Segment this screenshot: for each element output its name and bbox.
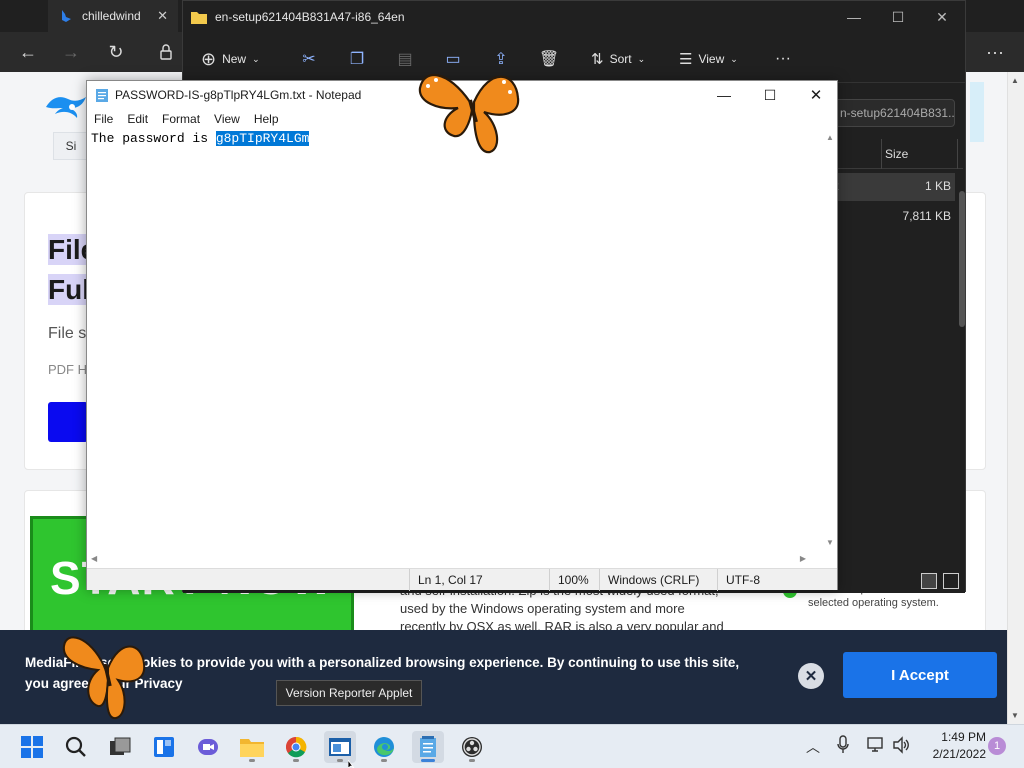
- notepad-horizontal-scrollbar[interactable]: ◀ ▶: [87, 551, 824, 568]
- ad-badge: [970, 82, 984, 142]
- forward-icon[interactable]: →: [57, 38, 85, 66]
- obs-icon[interactable]: [456, 731, 488, 763]
- network-icon[interactable]: [866, 736, 884, 754]
- notepad-text-area[interactable]: The password is g8pTIpRY4LGm: [87, 129, 824, 551]
- widgets-icon[interactable]: [148, 731, 180, 763]
- mediafire-logo-icon: [44, 94, 90, 120]
- scroll-right-icon[interactable]: ▶: [800, 554, 806, 563]
- details-view-icon[interactable]: [921, 573, 937, 589]
- menu-format[interactable]: Format: [155, 109, 207, 129]
- copy-icon[interactable]: ❐: [343, 45, 371, 73]
- butterfly-image: [62, 626, 152, 722]
- notepad-vertical-scrollbar[interactable]: ▲ ▼: [824, 129, 837, 551]
- notepad-maximize-icon[interactable]: ☐: [747, 81, 793, 109]
- plus-icon: ⊕: [201, 48, 217, 69]
- notepad-taskbar-icon[interactable]: [412, 731, 444, 763]
- zoom-level: 100%: [549, 569, 599, 591]
- explorer-scrollbar[interactable]: [959, 191, 965, 327]
- refresh-icon[interactable]: ↻: [102, 38, 130, 66]
- cut-icon[interactable]: ✂: [295, 45, 323, 73]
- notification-badge[interactable]: 1: [988, 737, 1006, 755]
- encoding: UTF-8: [717, 569, 837, 591]
- sort-icon: ⇅: [591, 51, 604, 68]
- version-reporter-icon[interactable]: [324, 731, 356, 763]
- page-scrollbar[interactable]: ▲ ▼: [1007, 72, 1024, 724]
- search-icon[interactable]: [60, 731, 92, 763]
- menu-edit[interactable]: Edit: [120, 109, 155, 129]
- edge-icon[interactable]: [368, 731, 400, 763]
- paste-icon[interactable]: ▤: [391, 45, 419, 73]
- download-button[interactable]: [48, 402, 88, 442]
- size-column-header[interactable]: Size: [885, 147, 908, 161]
- microphone-icon[interactable]: [836, 735, 850, 755]
- scroll-down-icon[interactable]: ▼: [1011, 711, 1019, 720]
- lock-icon[interactable]: [152, 38, 180, 66]
- more-options-button[interactable]: ···: [775, 45, 791, 73]
- notepad-minimize-icon[interactable]: —: [701, 81, 747, 109]
- scroll-up-icon[interactable]: ▲: [826, 133, 834, 142]
- task-view-icon[interactable]: [104, 731, 136, 763]
- cookie-close-button[interactable]: ✕: [798, 663, 824, 689]
- start-icon[interactable]: [16, 731, 48, 763]
- scroll-down-icon[interactable]: ▼: [826, 538, 834, 547]
- chrome-icon[interactable]: [280, 731, 312, 763]
- explorer-command-bar: ⊕ New ⌄ ✂ ❐ ▤ ▭ ⇪ 🗑 ⇅ Sort ⌄ ☰ View ⌄ ··…: [183, 33, 965, 83]
- taskbar: ︿ 1:49 PM 2/21/2022 1: [0, 724, 1024, 768]
- file-title-line2: Ful: [48, 274, 90, 305]
- folder-icon: [191, 10, 207, 24]
- notepad-title: PASSWORD-IS-g8pTlpRY4LGm.txt - Notepad: [115, 88, 362, 102]
- chevron-down-icon: ⌄: [637, 53, 646, 64]
- file-subtitle: File s: [48, 325, 87, 342]
- chevron-down-icon: ⌄: [252, 53, 260, 64]
- teams-chat-icon[interactable]: [192, 731, 224, 763]
- line-endings: Windows (CRLF): [599, 569, 717, 591]
- menu-help[interactable]: Help: [247, 109, 286, 129]
- selected-password-text: g8pTIpRY4LGm: [215, 131, 310, 146]
- cursor-position: Ln 1, Col 17: [409, 569, 549, 591]
- tab-label: chilledwind: [82, 9, 141, 23]
- system-clock[interactable]: 1:49 PM 2/21/2022: [918, 729, 986, 763]
- explorer-minimize-icon[interactable]: —: [831, 1, 877, 33]
- new-button[interactable]: ⊕ New ⌄: [201, 45, 260, 73]
- clock-time: 1:49 PM: [941, 730, 986, 744]
- scroll-left-icon[interactable]: ◀: [91, 554, 97, 563]
- file-row[interactable]: 7,811 KB: [833, 203, 955, 231]
- notepad-status-bar: Ln 1, Col 17 100% Windows (CRLF) UTF-8: [87, 568, 837, 591]
- explorer-column-header: Size: [833, 139, 963, 169]
- notepad-icon: [95, 87, 109, 103]
- sort-button[interactable]: ⇅ Sort ⌄: [591, 45, 645, 73]
- chevron-down-icon: ⌄: [730, 53, 738, 64]
- browser-tab-chilledwind[interactable]: chilledwind ✕: [48, 0, 178, 32]
- browser-menu-icon[interactable]: ···: [981, 38, 1009, 66]
- scroll-up-icon[interactable]: ▲: [1011, 76, 1019, 85]
- chevron-up-icon[interactable]: ︿: [806, 737, 820, 757]
- explorer-title: en-setup621404B831A47-i86_64en: [215, 10, 405, 24]
- explorer-close-icon[interactable]: ✕: [919, 1, 965, 33]
- bing-icon: [58, 8, 74, 24]
- menu-file[interactable]: File: [87, 109, 120, 129]
- taskbar-tooltip: Version Reporter Applet: [276, 680, 422, 706]
- file-meta: PDF H: [48, 362, 87, 377]
- delete-icon[interactable]: 🗑: [535, 45, 563, 73]
- tab-actions-icon[interactable]: [6, 0, 26, 32]
- clock-date: 2/21/2022: [932, 747, 986, 761]
- file-explorer-icon[interactable]: [236, 731, 268, 763]
- explorer-maximize-icon[interactable]: ☐: [875, 1, 921, 33]
- view-button[interactable]: ☰ View ⌄: [679, 45, 738, 73]
- tiles-view-icon[interactable]: [943, 573, 959, 589]
- back-icon[interactable]: ←: [14, 38, 42, 66]
- text-prefix: The password is: [91, 131, 216, 146]
- explorer-search-input[interactable]: n-setup621404B831...: [833, 99, 955, 127]
- notepad-close-icon[interactable]: ✕: [793, 81, 839, 109]
- file-row[interactable]: t 1 KB: [833, 173, 955, 201]
- volume-icon[interactable]: [892, 736, 910, 754]
- close-tab-icon[interactable]: ✕: [157, 8, 168, 24]
- accept-cookies-button[interactable]: I Accept: [843, 652, 997, 698]
- mouse-cursor-icon: [348, 760, 356, 768]
- menu-view[interactable]: View: [207, 109, 247, 129]
- butterfly-image: [418, 62, 526, 156]
- view-icon: ☰: [679, 51, 693, 68]
- sign-in-button[interactable]: Si: [53, 132, 89, 160]
- notepad-window: PASSWORD-IS-g8pTlpRY4LGm.txt - Notepad —…: [86, 80, 839, 591]
